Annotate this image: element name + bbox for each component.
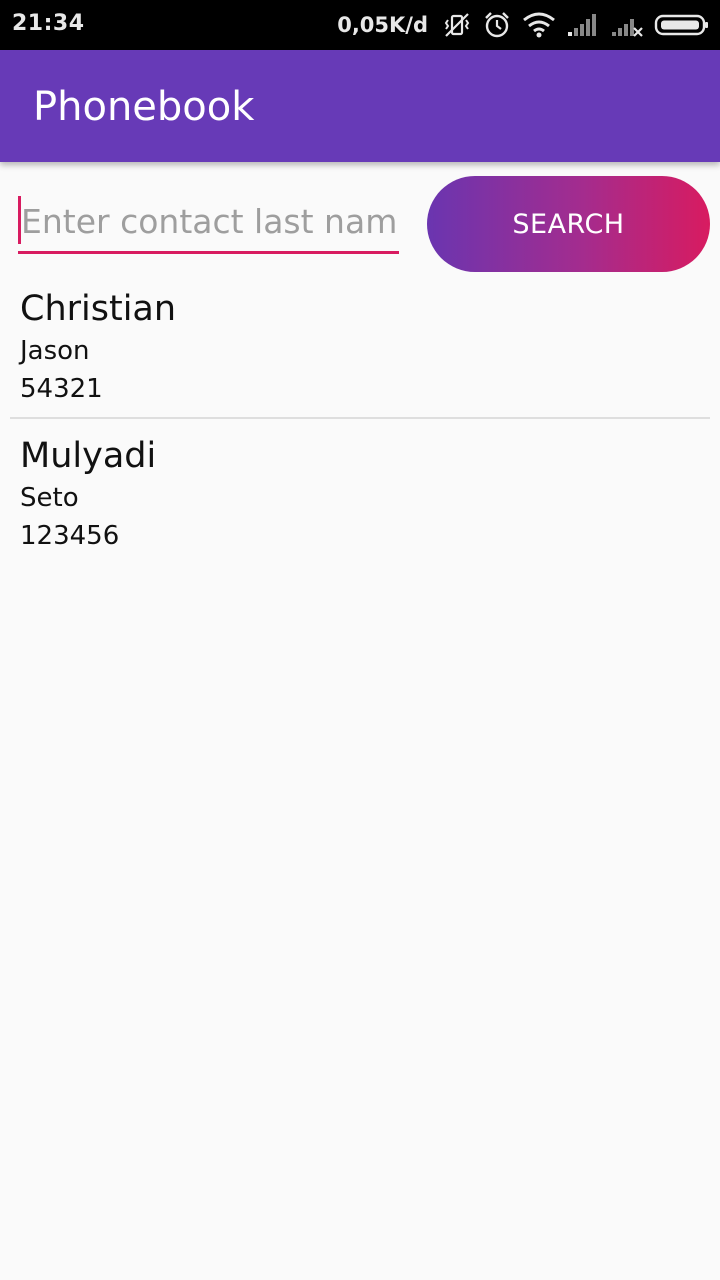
alarm-icon	[482, 10, 512, 40]
contact-list-item[interactable]: Christian Jason 54321	[10, 289, 710, 417]
signal-icon	[566, 12, 600, 38]
search-button[interactable]: SEARCH	[427, 176, 710, 272]
contact-first-name: Jason	[20, 336, 90, 366]
vibrate-off-icon	[442, 10, 472, 40]
status-icons: 0,05K/d	[337, 0, 710, 50]
contact-first-name: Seto	[20, 483, 79, 513]
contact-last-name: Christian	[20, 289, 177, 329]
contact-last-name: Mulyadi	[20, 436, 157, 476]
status-time: 21:34	[12, 11, 85, 36]
last-name-search-input[interactable]	[18, 192, 399, 254]
contact-phone: 54321	[20, 374, 103, 404]
list-divider	[10, 417, 710, 419]
battery-icon	[654, 12, 710, 38]
text-cursor	[18, 196, 21, 244]
app-bar: Phonebook	[0, 50, 720, 162]
contact-list-item[interactable]: Mulyadi Seto 123456	[10, 436, 710, 564]
signal-no-service-icon	[610, 12, 644, 38]
wifi-icon	[522, 11, 556, 39]
network-speed: 0,05K/d	[337, 13, 428, 37]
contact-phone: 123456	[20, 521, 120, 551]
status-bar: 21:34 0,05K/d	[0, 0, 720, 50]
app-title: Phonebook	[33, 84, 255, 130]
